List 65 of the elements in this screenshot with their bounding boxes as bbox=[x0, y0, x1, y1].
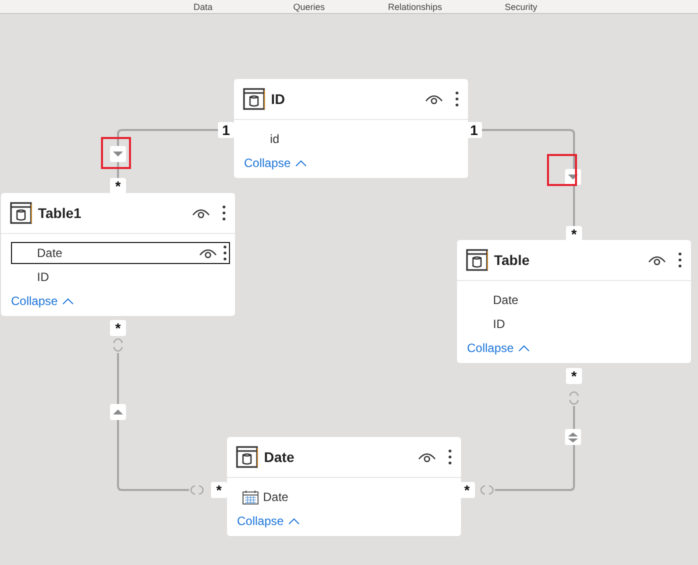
connector-joint-icon bbox=[567, 391, 581, 405]
triangle-up-icon bbox=[112, 409, 124, 415]
caret-up-icon bbox=[294, 159, 307, 167]
caret-up-icon bbox=[518, 344, 530, 352]
visibility-icon[interactable] bbox=[192, 207, 210, 219]
table-name: Date bbox=[264, 449, 296, 465]
cardinality-label: * bbox=[566, 368, 582, 384]
filter-direction-button[interactable] bbox=[565, 429, 581, 445]
top-tab[interactable]: Relationships bbox=[362, 2, 468, 12]
double-triangle-icon bbox=[567, 432, 579, 442]
field-name: ID bbox=[37, 270, 50, 284]
collapse-link[interactable]: Collapse bbox=[11, 294, 74, 308]
field-row[interactable]: Date bbox=[11, 242, 230, 264]
collapse-link[interactable]: Collapse bbox=[467, 341, 530, 355]
table-name: Table bbox=[494, 252, 531, 268]
table-card[interactable]: Date Date Collapse bbox=[227, 437, 461, 536]
table-icon bbox=[236, 446, 258, 468]
relationship-line[interactable] bbox=[117, 129, 218, 178]
table-name: Table1 bbox=[38, 205, 82, 221]
cardinality-label: * bbox=[110, 178, 126, 194]
visibility-icon[interactable] bbox=[425, 93, 443, 105]
table-card[interactable]: Table Date ID Collapse bbox=[457, 240, 691, 363]
filter-direction-button[interactable] bbox=[110, 404, 126, 420]
more-options-icon[interactable] bbox=[448, 449, 452, 465]
connector-joint-icon bbox=[480, 483, 494, 497]
triangle-down-icon bbox=[567, 174, 579, 180]
field-name: Date bbox=[493, 293, 520, 307]
collapse-link[interactable]: Collapse bbox=[244, 156, 307, 170]
relationship-line[interactable] bbox=[482, 129, 575, 226]
table-card[interactable]: ID id Collapse bbox=[234, 79, 468, 178]
top-tab[interactable]: Queries bbox=[256, 2, 362, 12]
cardinality-label: 1 bbox=[218, 122, 234, 138]
triangle-down-icon bbox=[112, 151, 124, 157]
visibility-icon[interactable] bbox=[199, 247, 217, 259]
collapse-link[interactable]: Collapse bbox=[237, 514, 300, 528]
table-card[interactable]: Table1 Date ID Collapse bbox=[1, 193, 235, 316]
top-tab[interactable]: Data bbox=[150, 2, 256, 12]
field-row[interactable]: Date bbox=[467, 289, 686, 311]
more-options-icon[interactable] bbox=[223, 245, 227, 261]
more-options-icon[interactable] bbox=[222, 205, 226, 221]
more-options-icon[interactable] bbox=[678, 252, 682, 268]
connector-joint-icon bbox=[190, 483, 204, 497]
filter-direction-button[interactable] bbox=[110, 146, 126, 162]
cardinality-label: * bbox=[110, 320, 126, 336]
calendar-icon bbox=[242, 490, 259, 504]
field-row[interactable]: Date bbox=[237, 486, 456, 508]
more-options-icon[interactable] bbox=[455, 91, 459, 107]
field-row[interactable]: ID bbox=[11, 266, 230, 288]
field-name: id bbox=[270, 132, 280, 146]
table-name: ID bbox=[271, 91, 286, 107]
field-row[interactable]: id bbox=[244, 128, 463, 150]
connector-joint-icon bbox=[111, 338, 125, 352]
caret-up-icon bbox=[288, 517, 300, 525]
table-icon bbox=[10, 202, 32, 224]
top-tab[interactable]: Security bbox=[468, 2, 574, 12]
table-icon bbox=[243, 88, 265, 110]
field-name: Date bbox=[263, 490, 290, 504]
field-name: Date bbox=[37, 246, 64, 260]
table-icon bbox=[466, 249, 488, 271]
visibility-icon[interactable] bbox=[648, 254, 666, 266]
visibility-icon[interactable] bbox=[418, 451, 436, 463]
cardinality-label: * bbox=[211, 482, 227, 498]
field-row[interactable]: ID bbox=[467, 313, 686, 335]
field-name: ID bbox=[493, 317, 506, 331]
caret-up-icon bbox=[62, 297, 74, 305]
